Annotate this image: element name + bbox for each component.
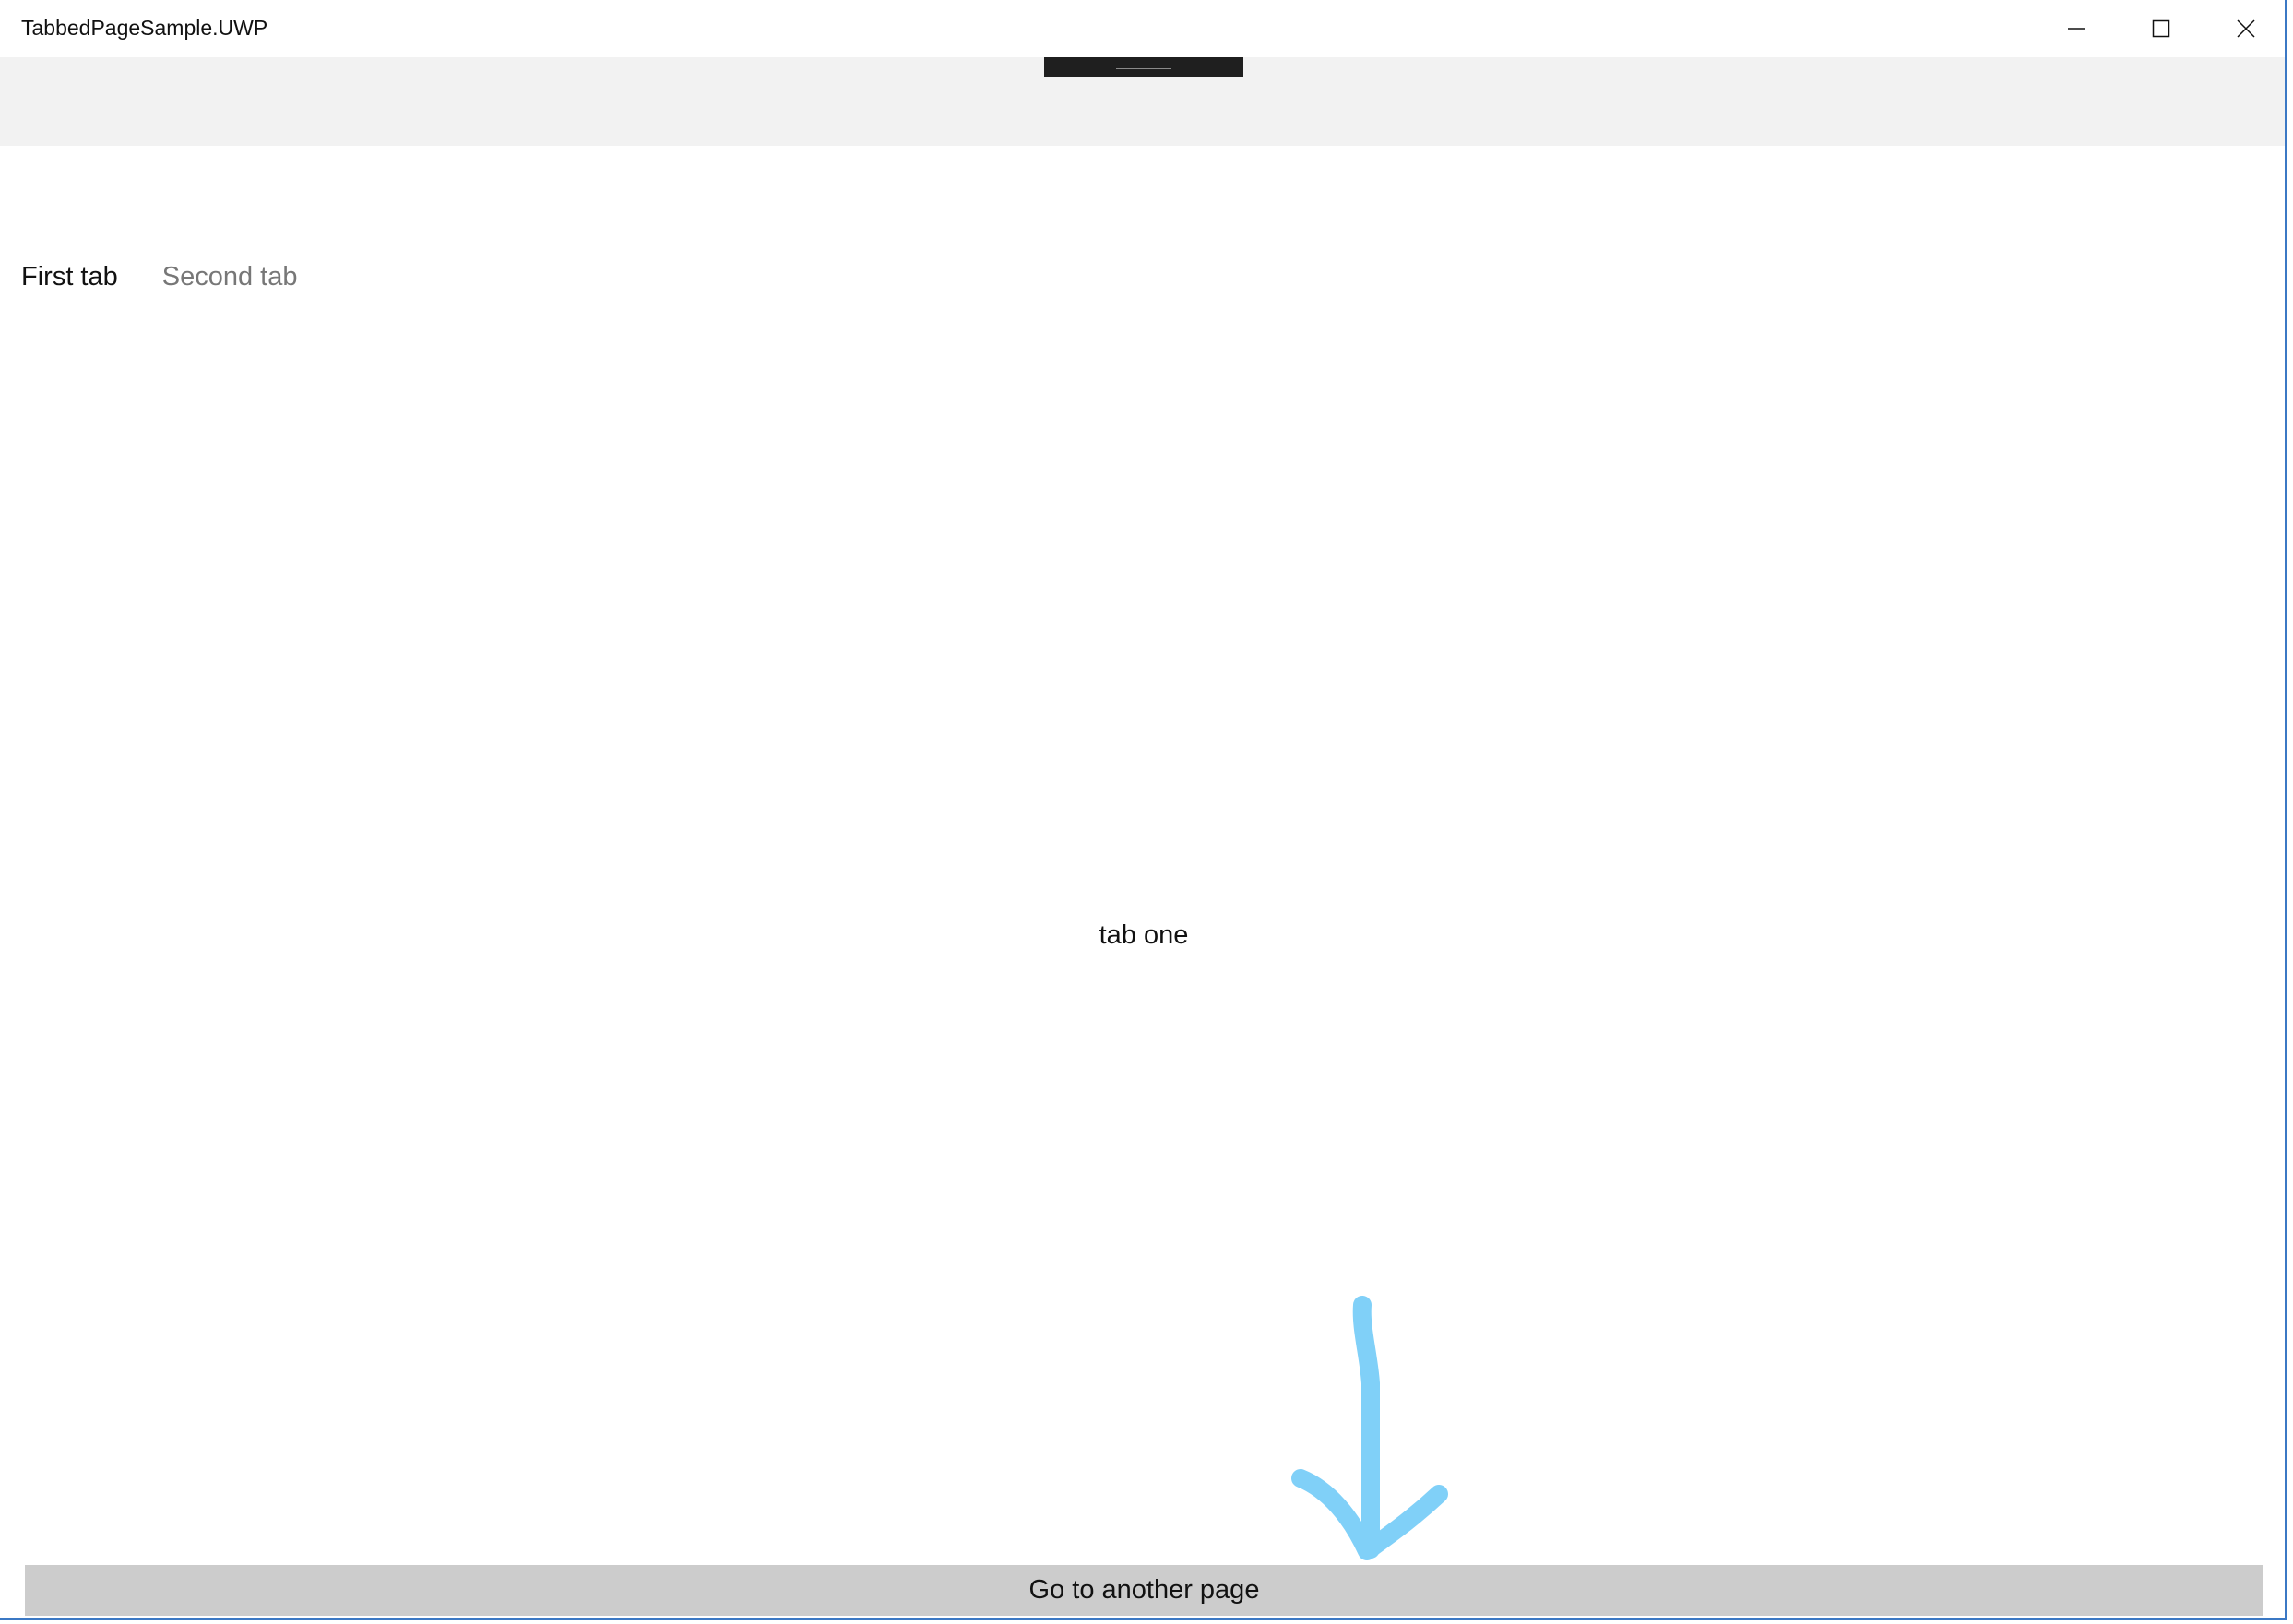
maximize-button[interactable]	[2119, 0, 2204, 57]
grip-line	[1116, 68, 1171, 69]
drag-handle[interactable]	[1044, 57, 1243, 77]
tab-content-text: tab one	[1099, 920, 1189, 950]
close-icon	[2237, 19, 2255, 38]
minimize-button[interactable]	[2034, 0, 2119, 57]
go-to-another-page-button[interactable]: Go to another page	[25, 1565, 2263, 1616]
minimize-icon	[2068, 28, 2085, 30]
app-title: TabbedPageSample.UWP	[21, 16, 268, 40]
app-window: TabbedPageSample.UWP First tab Second ta…	[0, 0, 2287, 1620]
tab-second[interactable]: Second tab	[162, 262, 298, 299]
title-bar[interactable]: TabbedPageSample.UWP	[0, 0, 2285, 57]
tab-strip: First tab Second tab	[21, 262, 297, 299]
maximize-icon	[2152, 19, 2170, 38]
close-button[interactable]	[2204, 0, 2288, 57]
annotation-arrow-icon	[1291, 1296, 1448, 1560]
tab-first[interactable]: First tab	[21, 262, 118, 299]
